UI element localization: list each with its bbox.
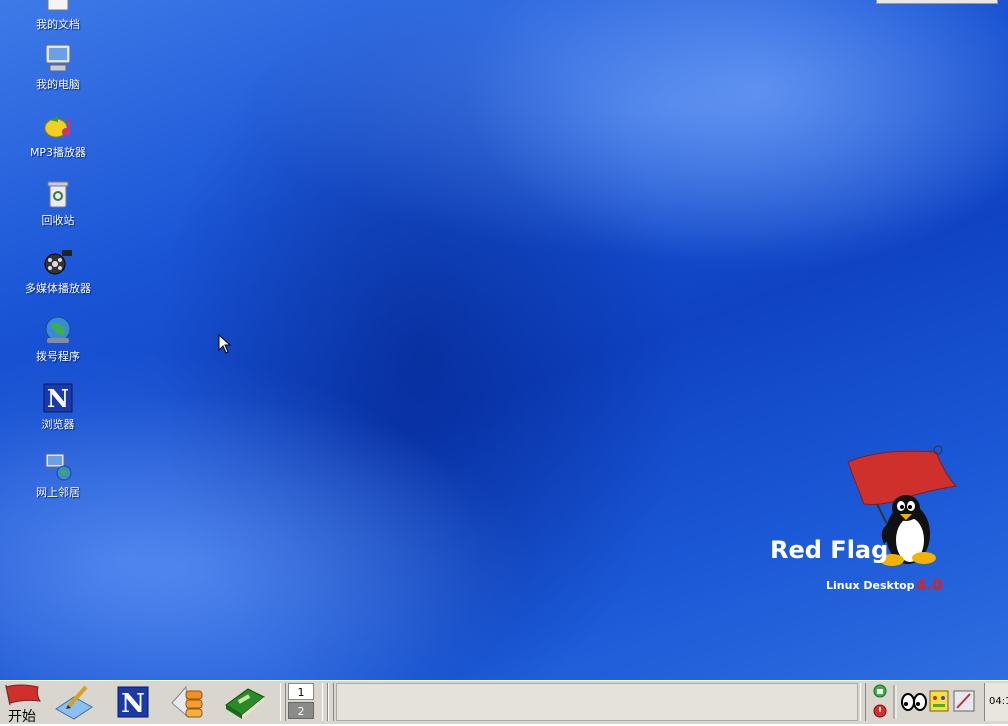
desktop[interactable]: 我的文档 我的电脑 MP3播放器 回收站 多媒体播放器 拨号程序 N 浏览器 网… bbox=[0, 0, 1008, 680]
desktop-icon-label: MP3播放器 bbox=[29, 146, 87, 159]
pager-desktop-1[interactable]: 1 bbox=[288, 683, 314, 700]
dialer-icon bbox=[42, 314, 74, 346]
recycle-bin-icon bbox=[42, 178, 74, 210]
quick-launch-package-manager[interactable] bbox=[166, 683, 208, 721]
desktop-icon-recycle-bin[interactable]: 回收站 bbox=[10, 178, 106, 228]
desktop-icon-label: 我的文档 bbox=[36, 18, 80, 31]
quick-launch-browser[interactable]: N bbox=[116, 683, 150, 721]
taskbar-handle[interactable] bbox=[280, 683, 286, 721]
logo-brand-text: Red Flag bbox=[770, 536, 889, 564]
desktop-icon-network-neighborhood[interactable]: 网上邻居 bbox=[10, 450, 106, 500]
desktop-icon-label: 拨号程序 bbox=[36, 350, 80, 363]
desktop-icon-my-computer[interactable]: 我的电脑 bbox=[10, 42, 106, 92]
pager-desktop-2[interactable]: 2 bbox=[288, 702, 314, 719]
start-label: 开始 bbox=[8, 709, 36, 725]
multimedia-player-icon bbox=[42, 246, 74, 278]
wallpaper-wave bbox=[220, 0, 1008, 270]
system-tray bbox=[870, 683, 982, 725]
start-button[interactable]: 开始 bbox=[0, 683, 46, 725]
desktop-icon-dialer[interactable]: 拨号程序 bbox=[10, 314, 106, 364]
desktop-icon-multimedia-player[interactable]: 多媒体播放器 bbox=[10, 246, 106, 296]
clock[interactable]: 04:1 bbox=[984, 683, 1008, 721]
svg-text:N: N bbox=[121, 689, 145, 719]
top-edge-window[interactable] bbox=[876, 0, 998, 4]
my-documents-icon bbox=[42, 0, 74, 14]
desktop-pager: 1 2 bbox=[288, 683, 316, 721]
logo-version-text: 4.0 bbox=[916, 576, 943, 594]
red-flag-icon bbox=[5, 684, 42, 706]
desktop-icon-browser[interactable]: N 浏览器 bbox=[10, 382, 106, 432]
my-computer-icon bbox=[42, 42, 74, 74]
quick-launch-dictionary[interactable] bbox=[222, 683, 268, 721]
desktop-icon-label: 浏览器 bbox=[41, 418, 75, 431]
network-neighborhood-icon bbox=[42, 450, 74, 482]
screenshot-tool-icon[interactable] bbox=[953, 690, 975, 712]
lock-screen-icon[interactable] bbox=[873, 684, 887, 698]
task-list[interactable] bbox=[336, 683, 858, 721]
dictionary-icon bbox=[225, 688, 265, 719]
eyes-icon[interactable] bbox=[901, 693, 927, 711]
input-method-icon[interactable] bbox=[929, 690, 949, 712]
logo-product-text: Linux Desktop bbox=[826, 579, 915, 592]
red-flag-logo: Red Flag Linux Desktop 4.0 bbox=[760, 440, 980, 610]
quick-launch-editor[interactable] bbox=[52, 683, 96, 721]
editor-icon bbox=[55, 685, 93, 720]
package-manager-icon bbox=[171, 685, 203, 719]
browser-icon: N bbox=[117, 686, 149, 719]
desktop-icon-label: 网上邻居 bbox=[36, 486, 80, 499]
desktop-icon-mp3-player[interactable]: MP3播放器 bbox=[10, 110, 106, 160]
desktop-icon-label: 回收站 bbox=[41, 214, 75, 227]
desktop-icon-label: 多媒体播放器 bbox=[25, 282, 91, 295]
taskbar-handle[interactable] bbox=[328, 683, 334, 721]
desktop-icon-label: 我的电脑 bbox=[36, 78, 80, 91]
taskbar-handle[interactable] bbox=[860, 683, 866, 721]
logout-icon[interactable] bbox=[873, 704, 887, 718]
browser-icon: N bbox=[42, 382, 74, 414]
svg-text:N: N bbox=[47, 384, 69, 413]
mp3-player-icon bbox=[42, 110, 74, 142]
desktop-icon-my-documents[interactable]: 我的文档 bbox=[10, 0, 106, 32]
taskbar: 开始 N 1 2 04: bbox=[0, 680, 1008, 725]
mouse-pointer-icon bbox=[218, 333, 232, 358]
